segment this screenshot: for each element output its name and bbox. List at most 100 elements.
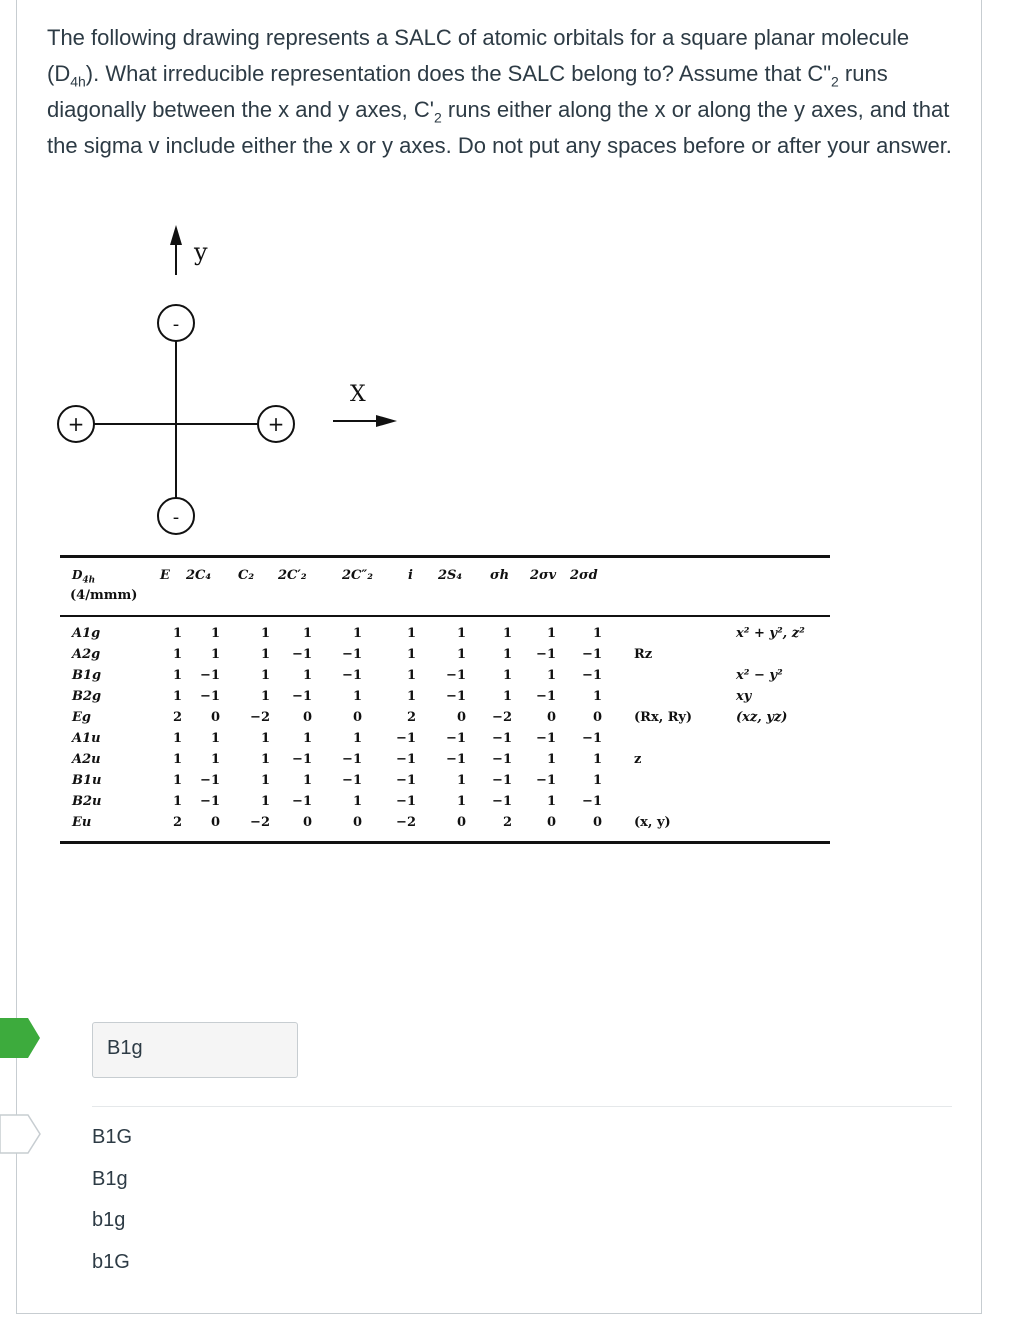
table-header-rule	[60, 615, 830, 617]
character-cell: 1	[172, 752, 182, 767]
irrep-label: Eu	[72, 815, 92, 830]
linear-rotation-basis: (x, y)	[634, 815, 671, 830]
alternative-answer: b1g	[92, 1209, 126, 1231]
alternative-answer: B1g	[92, 1168, 128, 1190]
character-cell: 1	[502, 647, 512, 662]
character-cell: −1	[446, 689, 466, 704]
character-cell: 1	[260, 773, 270, 788]
question-subscript: 4h	[70, 73, 86, 90]
table-header-cell: 2σd	[570, 568, 598, 583]
character-cell: −1	[292, 647, 312, 662]
character-cell: 0	[352, 710, 362, 725]
character-cell: 1	[260, 626, 270, 641]
character-cell: 1	[210, 752, 220, 767]
character-cell: 0	[592, 710, 602, 725]
character-cell: 0	[592, 815, 602, 830]
character-cell: 1	[546, 668, 556, 683]
character-cell: 0	[546, 815, 556, 830]
character-cell: 1	[592, 773, 602, 788]
character-cell: 0	[546, 710, 556, 725]
character-cell: −1	[342, 752, 362, 767]
character-cell: −1	[492, 794, 512, 809]
character-cell: −1	[536, 731, 556, 746]
character-cell: −2	[250, 710, 270, 725]
character-table: D4h (4/mmm) E 2C₄ C₂ 2C′₂ 2C″₂ i 2S₄ σh 2σv 2σd A…	[60, 552, 840, 848]
character-cell: −1	[396, 752, 416, 767]
character-cell: 1	[260, 647, 270, 662]
character-cell: −1	[492, 773, 512, 788]
table-header-cell: σh	[490, 568, 510, 583]
group-name: D4h	[72, 568, 95, 585]
character-cell: −1	[342, 773, 362, 788]
irrep-label: B1u	[72, 773, 102, 788]
character-cell: 1	[302, 668, 312, 683]
character-cell: −1	[200, 773, 220, 788]
character-cell: 1	[456, 626, 466, 641]
answer-divider	[92, 1106, 952, 1107]
character-cell: 1	[456, 647, 466, 662]
character-cell: 0	[210, 710, 220, 725]
x-axis-label: X	[350, 382, 366, 407]
table-header-cell: 2C″₂	[342, 568, 373, 583]
character-cell: 1	[172, 731, 182, 746]
character-cell: −2	[250, 815, 270, 830]
character-cell: 2	[172, 710, 182, 725]
character-cell: −1	[200, 794, 220, 809]
character-cell: 1	[502, 668, 512, 683]
character-cell: 1	[172, 647, 182, 662]
answer-value: B1g	[107, 1037, 143, 1059]
character-cell: 1	[546, 794, 556, 809]
character-cell: −1	[536, 647, 556, 662]
character-cell: −1	[446, 668, 466, 683]
table-header-cell: 2S₄	[438, 568, 463, 583]
character-cell: 1	[456, 794, 466, 809]
group-subscript: 4h	[82, 575, 96, 586]
table-header-cell: 2C′₂	[278, 568, 307, 583]
orbital-right-sign: +	[268, 412, 285, 436]
character-cell: 0	[302, 815, 312, 830]
irrep-label: B2g	[72, 689, 102, 704]
character-cell: −1	[582, 731, 602, 746]
quadratic-basis: (xz, yz)	[736, 710, 788, 725]
table-header-cell: 2σv	[530, 568, 557, 583]
table-header-cell: 2C₄	[186, 568, 212, 583]
linear-rotation-basis: z	[634, 752, 642, 767]
character-cell: 1	[592, 626, 602, 641]
character-cell: −1	[200, 668, 220, 683]
answer-input[interactable]: B1g	[92, 1022, 298, 1078]
character-cell: −1	[396, 794, 416, 809]
y-axis-label: y	[193, 238, 208, 266]
quadratic-basis: x² − y²	[736, 668, 783, 683]
character-cell: −1	[342, 668, 362, 683]
character-cell: −1	[536, 689, 556, 704]
quadratic-basis: xy	[736, 689, 752, 704]
character-cell: 1	[546, 752, 556, 767]
orbital-bottom-sign: -	[173, 507, 180, 528]
table-bottom-rule	[60, 841, 830, 844]
x-axis-arrowhead	[376, 415, 397, 427]
irrep-label: A2g	[72, 647, 101, 662]
character-cell: 1	[406, 689, 416, 704]
character-cell: −1	[446, 731, 466, 746]
character-cell: −1	[292, 689, 312, 704]
character-cell: 1	[210, 647, 220, 662]
group-alt-name: (4/mmm)	[70, 588, 138, 603]
character-cell: −1	[582, 794, 602, 809]
character-cell: 1	[302, 731, 312, 746]
group-symbol: D	[72, 568, 83, 582]
irrep-label: B1g	[72, 668, 102, 683]
character-cell: 1	[592, 752, 602, 767]
linear-rotation-basis: Rz	[634, 647, 653, 662]
character-cell: 1	[210, 626, 220, 641]
character-cell: −1	[536, 773, 556, 788]
alternative-answer: b1G	[92, 1251, 130, 1273]
character-cell: −1	[446, 752, 466, 767]
character-cell: 1	[406, 668, 416, 683]
table-header-cell: E	[160, 568, 170, 583]
character-cell: −1	[292, 752, 312, 767]
character-cell: 1	[302, 626, 312, 641]
character-cell: −1	[582, 647, 602, 662]
irrep-label: A1g	[72, 626, 101, 641]
character-cell: 0	[210, 815, 220, 830]
character-cell: 1	[260, 752, 270, 767]
